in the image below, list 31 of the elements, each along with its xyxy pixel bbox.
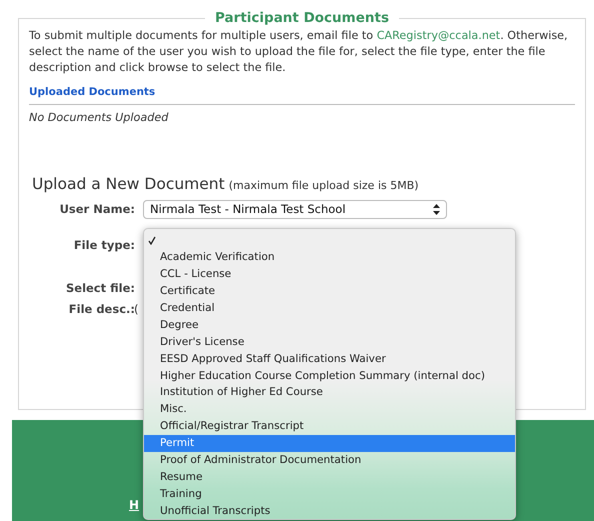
- description-field[interactable]: (: [134, 302, 138, 316]
- menu-option[interactable]: Driver's License: [144, 333, 515, 350]
- menu-option[interactable]: Institution of Higher Ed Course: [144, 384, 515, 401]
- menu-option[interactable]: Unofficial Transcripts: [144, 502, 515, 519]
- menu-option[interactable]: CCL - License: [144, 266, 515, 283]
- upload-heading: Upload a New Document: [32, 175, 225, 193]
- panel-title: Participant Documents: [214, 10, 390, 26]
- field-label: Select file:: [64, 281, 135, 295]
- section-heading: Uploaded Documents: [29, 86, 156, 98]
- menu-option[interactable]: EESD Approved Staff Qualifications Waiver: [144, 350, 515, 368]
- menu-option[interactable]: Training: [144, 485, 515, 502]
- size-note: (maximum file upload size is 5MB): [228, 179, 419, 192]
- menu-option[interactable]: Official/Registrar Transcript: [144, 418, 515, 435]
- menu-option[interactable]: Degree: [144, 316, 515, 334]
- instructions-text: To submit multiple documents for multiple users, email file to CARegistry@ccala.net. Otherwise, select the name of the user you wish to upload the file for, select the file type, enter the file description and click browse to select the file.: [29, 28, 569, 76]
- menu-option[interactable]: Academic Verification: [144, 248, 515, 266]
- email-link[interactable]: CARegistry@ccala.net: [376, 29, 500, 42]
- menu-option[interactable]: Misc.: [144, 400, 515, 418]
- user-select[interactable]: Nirmala Test - Nirmala Test School: [143, 200, 447, 218]
- empty-message: No Documents Uploaded: [29, 111, 170, 124]
- menu-option[interactable]: Certificate: [144, 282, 515, 300]
- field-label: User Name:: [58, 202, 135, 216]
- updown-icon: [433, 204, 440, 214]
- field-label: File type:: [72, 238, 135, 252]
- footer-link[interactable]: H: [129, 498, 140, 512]
- menu-option[interactable]: Credential: [144, 300, 515, 316]
- menu-option[interactable]: Permit: [144, 434, 515, 452]
- field-label: File desc.:: [68, 302, 135, 316]
- menu-option[interactable]: Resume: [144, 468, 515, 486]
- menu-option[interactable]: Higher Education Course Completion Summary (internal doc): [144, 367, 515, 384]
- menu-option[interactable]: Proof of Administrator Documentation: [144, 452, 515, 468]
